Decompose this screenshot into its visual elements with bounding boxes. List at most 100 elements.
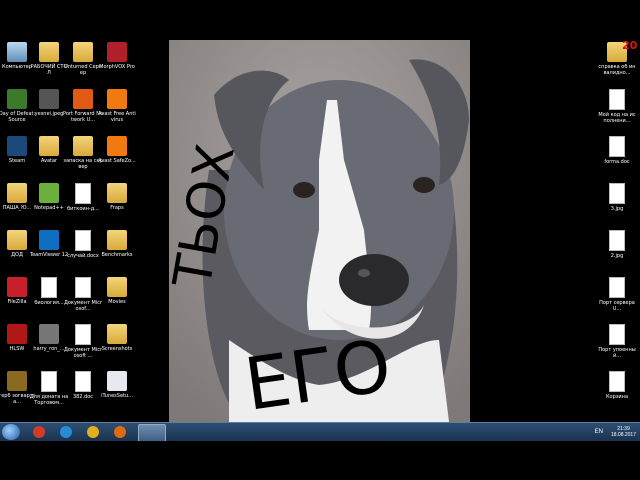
document-icon — [609, 324, 625, 345]
avast-safezone-icon — [107, 136, 127, 156]
desktop-icon-label: 2.jpg — [610, 253, 624, 259]
image-file-icon — [609, 183, 625, 204]
ccleaner-icon — [33, 426, 45, 438]
start-button[interactable] — [2, 424, 20, 440]
desktop-icon[interactable]: harry_ron_... — [32, 324, 66, 352]
desktop-icon-label: справка об инвалидно... — [598, 64, 636, 76]
desktop-icon[interactable]: yesnei.jpeg — [32, 89, 66, 117]
desktop-icon-label: Порт сервера U... — [599, 300, 635, 312]
morphvox-icon — [107, 42, 127, 62]
folder-icon — [73, 136, 93, 156]
folder-icon — [7, 230, 27, 250]
desktop-icon-label: 3.jpg — [610, 206, 624, 212]
firefox-icon — [114, 426, 126, 438]
steam-icon — [7, 136, 27, 156]
taskbar: EN 21:39 18.08.2017 — [0, 422, 640, 442]
desktop-icon[interactable]: биткоин-д... — [66, 183, 100, 212]
desktop-icon[interactable]: Корзина — [600, 371, 634, 400]
desktop-icon[interactable]: 3.jpg — [600, 183, 634, 212]
game-icon — [7, 89, 27, 109]
filezilla-icon — [7, 277, 27, 297]
desktop-icon[interactable]: Benchmarks — [100, 230, 134, 258]
taskbar-ccleaner[interactable] — [28, 424, 50, 440]
word-doc-icon — [75, 277, 91, 298]
desktop-icon[interactable]: Avast Free Antivirus — [98, 89, 136, 123]
image-file-icon — [39, 89, 59, 109]
desktop-icon[interactable]: forma.doc — [600, 136, 634, 165]
desktop-icon-label: iTunesSetu... — [101, 393, 133, 399]
desktop-icon-label: Screenshots — [101, 346, 133, 352]
desktop-icon-label: forma.doc — [604, 159, 630, 165]
word-doc-icon — [75, 230, 91, 251]
clock[interactable]: 21:39 18.08.2017 — [611, 426, 636, 438]
desktop-icon[interactable]: Fraps — [100, 183, 134, 211]
avast-icon — [107, 89, 127, 109]
portforward-icon — [73, 89, 93, 109]
desktop-icon[interactable]: iTunesSetu... — [100, 371, 134, 399]
desktop-icon[interactable]: 382.doc — [66, 371, 100, 400]
document-icon — [609, 89, 625, 110]
hlsw-icon — [7, 324, 27, 344]
dog-photo[interactable]: ТЬОХ ЕГО — [169, 40, 470, 422]
notepadpp-icon — [39, 183, 59, 203]
taskbar-firefox[interactable] — [109, 424, 131, 440]
desktop-icon[interactable]: Документ Microsof... — [64, 277, 102, 312]
folder-icon — [73, 42, 93, 62]
word-doc-icon — [75, 371, 91, 392]
folder-icon — [107, 230, 127, 250]
desktop-icon-label: Movies — [108, 299, 126, 305]
desktop-icon[interactable]: Notepad++ — [32, 183, 66, 211]
desktop-icon[interactable]: запаска на сервер — [63, 136, 103, 170]
word-doc-icon — [609, 136, 625, 157]
word-doc-icon — [41, 277, 57, 298]
desktop-icon[interactable]: Порт упоенный... — [598, 324, 636, 359]
folder-icon — [107, 277, 127, 297]
desktop-icon-label: MorphVOX Pro — [99, 64, 135, 70]
folder-icon — [107, 324, 127, 344]
corner-badge: 20 — [622, 39, 638, 52]
folder-icon — [39, 136, 59, 156]
recycle-bin-icon — [609, 371, 625, 392]
letterbox-bottom — [0, 441, 640, 480]
folder-icon — [107, 183, 127, 203]
language-indicator[interactable]: EN — [595, 429, 603, 435]
active-window-button[interactable] — [138, 424, 166, 442]
desktop-icon[interactable]: Avast SafeZo... — [98, 136, 136, 164]
desktop-icon[interactable]: Screenshots — [100, 324, 134, 352]
folder-icon — [39, 42, 59, 62]
system-tray: EN 21:39 18.08.2017 — [595, 424, 636, 440]
desktop-icon[interactable]: Для доната на Торговом... — [30, 371, 68, 406]
taskbar-ie[interactable] — [55, 424, 77, 440]
desktop-icon[interactable]: биология... — [32, 277, 66, 306]
desktop-icon[interactable]: Port Forward Network U... — [63, 89, 103, 123]
desktop-icon[interactable]: случай.docx — [66, 230, 100, 259]
folder-icon — [7, 183, 27, 203]
desktop-icon[interactable]: Документ Microsoft ... — [64, 324, 102, 359]
desktop-icon[interactable]: 2.jpg — [600, 230, 634, 259]
dog-photo-art: ТЬОХ ЕГО — [169, 40, 470, 422]
desktop-icon-label: Avast SafeZo... — [98, 158, 136, 164]
chrome-icon — [87, 426, 99, 438]
image-file-icon — [7, 371, 27, 391]
word-doc-icon — [75, 324, 91, 345]
desktop-icon-label: Мой код на исполнени... — [598, 112, 636, 124]
desktop-icon[interactable]: Day of Defeat: Source — [0, 89, 35, 123]
desktop-icon-label: Avast Free Antivirus — [98, 111, 136, 123]
desktop-icon-label: Fraps — [110, 205, 124, 211]
desktop-icon[interactable]: Avatar — [32, 136, 66, 164]
desktop-icon[interactable]: TeamViewer 12 — [30, 230, 68, 258]
desktop-icon[interactable]: РАБОЧИЙ СТОЛ — [31, 42, 67, 76]
desktop-icon[interactable]: Unturned Сервер — [64, 42, 102, 76]
desktop-icon-label: Benchmarks — [101, 252, 133, 258]
desktop-icon[interactable]: MorphVOX Pro — [99, 42, 135, 70]
document-icon — [75, 183, 91, 204]
desktop-icon[interactable]: Мой код на исполнени... — [598, 89, 636, 124]
desktop-icon[interactable]: Порт сервера U... — [599, 277, 635, 312]
desktop-icon-label: Порт упоенный... — [598, 347, 636, 359]
taskbar-chrome[interactable] — [82, 424, 104, 440]
text-file-icon — [41, 371, 57, 392]
internet-explorer-icon — [60, 426, 72, 438]
clock-date: 18.08.2017 — [610, 432, 636, 438]
desktop-icon[interactable]: Movies — [100, 277, 134, 305]
computer-icon — [7, 42, 27, 62]
